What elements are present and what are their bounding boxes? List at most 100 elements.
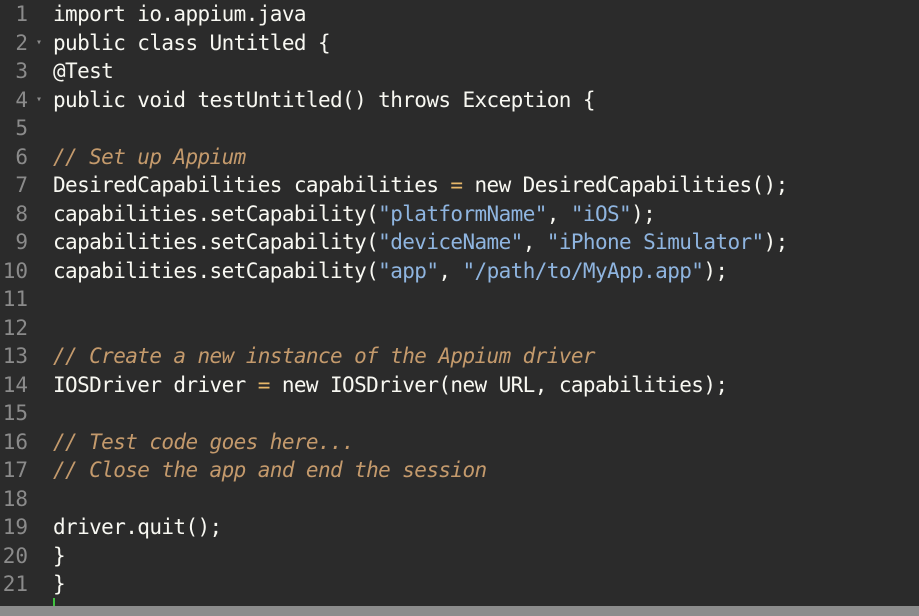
line-gutter: 7 [0, 171, 48, 200]
line-gutter: 9 [0, 228, 48, 257]
line-gutter: 17 [0, 456, 48, 485]
code-line[interactable]: 12 [0, 314, 919, 343]
line-number: 11 [2, 287, 28, 311]
code-line[interactable]: 19 driver.quit(); [0, 513, 919, 542]
code-token: ); [631, 201, 656, 226]
code-token: ); [763, 230, 789, 254]
code-token: capabilities.setCapability( [53, 230, 379, 254]
line-text: capabilities.setCapability("platformName… [48, 200, 919, 229]
operator: = [257, 372, 271, 397]
code-comment: // Create a new instance of the Appium d… [53, 344, 596, 368]
line-text [48, 399, 919, 428]
code-token: IOSDriver driver [53, 372, 258, 397]
code-line[interactable]: 20} [0, 542, 919, 571]
code-token: , [546, 201, 571, 226]
fold-arrow-icon[interactable]: ▾ [36, 86, 42, 115]
code-area[interactable]: 1 import io.appium.java 2 ▾ public class Unt… [0, 0, 919, 599]
line-gutter: 2 ▾ [0, 29, 48, 58]
code-line[interactable]: 6 // Set up Appium [0, 143, 919, 172]
line-gutter: 12 [0, 314, 48, 343]
line-number: 8 [15, 201, 28, 226]
line-number: 9 [15, 230, 28, 254]
code-line[interactable]: 3 @Test [0, 57, 919, 86]
string-literal: "iOS" [570, 201, 632, 226]
line-number: 20 [2, 543, 28, 568]
line-number: 10 [2, 258, 28, 283]
code-line[interactable]: 1 import io.appium.java [0, 0, 919, 29]
line-number: 3 [15, 59, 28, 83]
code-token: DesiredCapabilities capabilities [53, 173, 451, 197]
code-line[interactable]: 13 // Create a new instance of the Appium… [0, 342, 919, 371]
string-literal: "iPhone Simulator" [546, 230, 764, 254]
line-number: 15 [2, 401, 28, 425]
text-cursor [53, 598, 55, 606]
code-line[interactable]: 9 capabilities.setCapability("deviceName"… [0, 228, 919, 257]
string-literal: "/path/to/MyApp.app" [462, 258, 704, 283]
line-text: // Create a new instance of the Appium d… [48, 342, 919, 371]
line-text: public void testUntitled() throws Except… [48, 86, 919, 115]
code-token: @Test [53, 59, 114, 83]
line-text: driver.quit(); [48, 513, 919, 542]
code-line[interactable]: 2 ▾ public class Untitled { [0, 29, 919, 58]
status-bar [0, 606, 919, 616]
code-comment: // Close the app and end the session [53, 458, 487, 482]
code-token: } [53, 572, 66, 596]
line-text [48, 485, 919, 514]
line-text: // Close the app and end the session [48, 456, 919, 485]
line-text: // Test code goes here... [48, 428, 919, 457]
line-text: } [48, 570, 919, 599]
code-editor[interactable]: 1 import io.appium.java 2 ▾ public class Unt… [0, 0, 919, 606]
string-literal: "platformName" [378, 201, 547, 226]
line-number: 16 [2, 429, 28, 454]
code-token: capabilities.setCapability( [53, 201, 379, 226]
code-comment: // Test code goes here... [53, 429, 355, 454]
code-line[interactable]: 10 capabilities.setCapability("app", "/pa… [0, 257, 919, 286]
line-gutter: 13 [0, 342, 48, 371]
operator: = [450, 173, 463, 197]
line-text [48, 114, 919, 143]
code-line[interactable]: 17 // Close the app and end the session [0, 456, 919, 485]
code-token: ); [703, 258, 728, 283]
line-gutter: 14 [0, 371, 48, 400]
code-line[interactable]: 15 [0, 399, 919, 428]
line-gutter: 15 [0, 399, 48, 428]
line-text [48, 285, 919, 314]
code-token: } [53, 543, 66, 568]
line-gutter: 6 [0, 143, 48, 172]
line-text: public class Untitled { [48, 29, 919, 58]
code-line[interactable]: 14 IOSDriver driver = new IOSDriver(new U… [0, 371, 919, 400]
code-token: public class Untitled { [53, 30, 331, 55]
code-token: new IOSDriver(new URL, capabilities); [269, 372, 728, 397]
code-line[interactable]: 8 capabilities.setCapability("platformNam… [0, 200, 919, 229]
code-token: , [522, 230, 547, 254]
line-gutter: 8 [0, 200, 48, 229]
code-line[interactable]: 5 [0, 114, 919, 143]
line-gutter: 5 [0, 114, 48, 143]
code-line[interactable]: 16 // Test code goes here... [0, 428, 919, 457]
line-gutter: 20 [0, 542, 48, 571]
line-number: 13 [2, 344, 28, 368]
code-token: , [438, 258, 463, 283]
line-gutter: 10 [0, 257, 48, 286]
line-text: capabilities.setCapability("deviceName",… [48, 228, 919, 257]
string-literal: "app" [378, 258, 439, 283]
code-token: import io.appium.java [53, 2, 307, 26]
line-number: 2 [15, 30, 28, 55]
line-number: 1 [15, 2, 28, 26]
code-line[interactable]: 4 ▾ public void testUntitled() throws Exce… [0, 86, 919, 115]
line-gutter: 18 [0, 485, 48, 514]
line-text: capabilities.setCapability("app", "/path… [48, 257, 919, 286]
line-number: 18 [2, 486, 28, 511]
fold-arrow-icon[interactable]: ▾ [36, 29, 42, 58]
line-text: IOSDriver driver = new IOSDriver(new URL… [48, 371, 919, 400]
code-line[interactable]: 18 [0, 485, 919, 514]
code-line[interactable]: 11 [0, 285, 919, 314]
code-token: capabilities.setCapability( [53, 258, 379, 283]
line-text: import io.appium.java [48, 0, 919, 29]
line-gutter: 11 [0, 285, 48, 314]
code-line[interactable]: 7 DesiredCapabilities capabilities = new … [0, 171, 919, 200]
line-text [48, 314, 919, 343]
code-line[interactable]: 21} [0, 570, 919, 599]
string-literal: "deviceName" [378, 230, 523, 254]
line-number: 5 [15, 116, 28, 140]
